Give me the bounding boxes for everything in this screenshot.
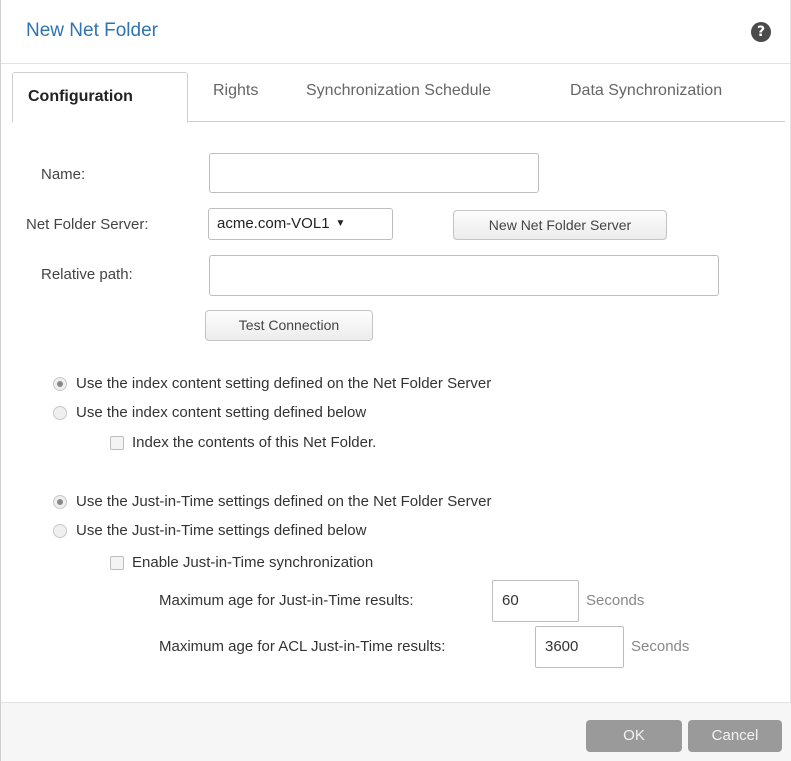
name-label: Name:: [41, 166, 86, 183]
new-net-folder-server-button[interactable]: New Net Folder Server: [453, 210, 667, 240]
net-folder-server-select[interactable]: acme.com-VOL1 ▼: [208, 208, 393, 240]
index-below-option-label: Use the index content setting defined be…: [76, 404, 367, 421]
tab-data-synchronization[interactable]: Data Synchronization: [570, 82, 722, 100]
index-contents-checkbox[interactable]: [110, 436, 124, 450]
jit-below-option-label: Use the Just-in-Time settings defined be…: [76, 522, 367, 539]
dialog-header: New Net Folder ?: [1, 0, 791, 64]
tab-configuration[interactable]: Configuration: [12, 72, 188, 123]
max-age-label: Maximum age for Just-in-Time results:: [159, 592, 414, 609]
acl-max-age-unit: Seconds: [631, 638, 690, 655]
max-age-unit: Seconds: [586, 592, 645, 609]
jit-server-radio[interactable]: [53, 495, 67, 509]
dialog-footer: OK Cancel: [1, 702, 791, 761]
max-age-input[interactable]: 60: [492, 580, 579, 622]
cancel-button[interactable]: Cancel: [688, 720, 782, 752]
acl-max-age-label: Maximum age for ACL Just-in-Time results…: [159, 638, 446, 655]
relative-path-label: Relative path:: [41, 266, 133, 283]
jit-server-option-label: Use the Just-in-Time settings defined on…: [76, 493, 492, 510]
chevron-down-icon: ▼: [335, 218, 346, 229]
tab-rights[interactable]: Rights: [213, 82, 258, 100]
index-below-radio[interactable]: [53, 406, 67, 420]
tab-bar: Configuration Rights Synchronization Sch…: [12, 72, 785, 123]
net-folder-server-label: Net Folder Server:: [26, 216, 149, 233]
index-server-radio[interactable]: [53, 377, 67, 391]
new-net-folder-dialog: New Net Folder ? Configuration Rights Sy…: [0, 0, 791, 761]
index-contents-label: Index the contents of this Net Folder.: [132, 434, 377, 451]
ok-button[interactable]: OK: [586, 720, 682, 752]
acl-max-age-input[interactable]: 3600: [535, 626, 624, 668]
enable-jit-label: Enable Just-in-Time synchronization: [132, 554, 374, 571]
dialog-title: New Net Folder: [26, 20, 158, 41]
relative-path-input[interactable]: [209, 255, 719, 296]
name-input[interactable]: [209, 153, 539, 193]
tab-synchronization-schedule[interactable]: Synchronization Schedule: [306, 82, 491, 100]
net-folder-server-value: acme.com-VOL1: [217, 215, 330, 232]
index-server-option-label: Use the index content setting defined on…: [76, 375, 492, 392]
jit-below-radio[interactable]: [53, 524, 67, 538]
question-circle-icon[interactable]: ?: [751, 22, 771, 42]
enable-jit-checkbox[interactable]: [110, 556, 124, 570]
test-connection-button[interactable]: Test Connection: [205, 310, 373, 341]
